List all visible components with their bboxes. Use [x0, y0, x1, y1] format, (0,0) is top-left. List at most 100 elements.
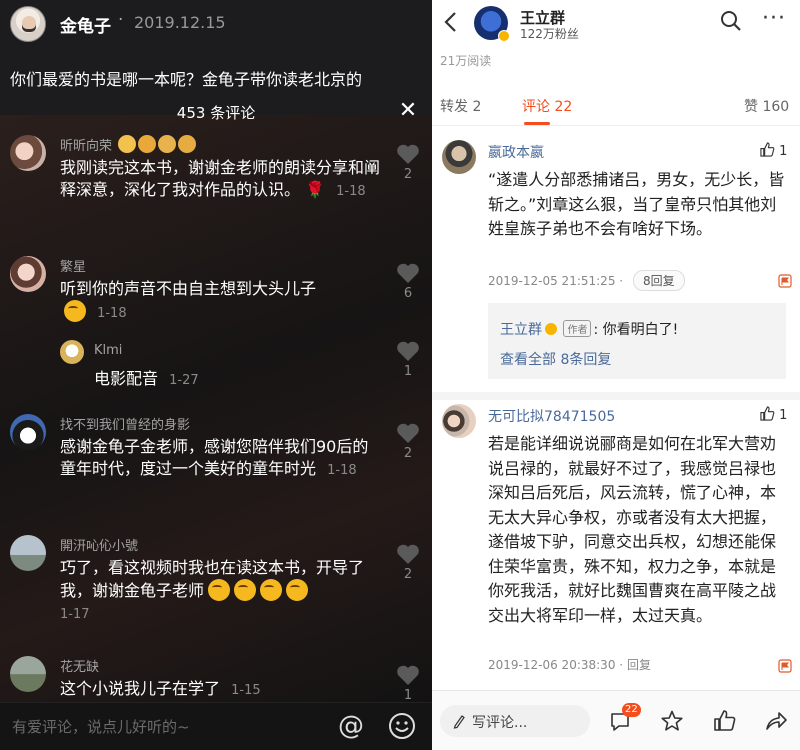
emoji-icon	[138, 135, 157, 153]
thumbs-up-icon[interactable]	[713, 709, 737, 733]
comment-text-block[interactable]: 我刚读完这本书，谢谢金老师的朗读分享和阐释深意，深化了我对作品的认识。 🌹 1-…	[60, 157, 380, 203]
comment-time: 1-18	[97, 306, 127, 321]
mention-icon[interactable]: @	[338, 711, 364, 741]
commenter-name[interactable]: 找不到我们曾经的身影	[60, 414, 190, 433]
write-comment-input[interactable]: 写评论...	[440, 705, 590, 737]
back-arrow-icon[interactable]	[440, 10, 462, 34]
comment-time: 2019-12-06 20:38:30	[488, 658, 616, 672]
like-button[interactable]: 1	[760, 142, 794, 160]
right-panel-weibo-post: 王立群 122万粉丝 ··· 21万阅读 转发 2 评论 22 赞 160 嬴政…	[432, 0, 800, 750]
comment-count-badge: 22	[622, 703, 641, 717]
comment-divider	[432, 392, 800, 400]
post-top-bar: 王立群 122万粉丝 ··· 21万阅读	[432, 0, 800, 70]
comment-meta: 2019-12-05 21:51:25 · 8回复	[488, 270, 685, 291]
bottom-action-bar: 写评论... 22	[432, 690, 800, 750]
author-avatar[interactable]	[10, 6, 46, 42]
author-tag: 作者	[563, 320, 592, 337]
comment-time: 1-17	[60, 607, 90, 622]
tab-likes[interactable]: 赞 160	[744, 96, 789, 116]
emoji-icon	[286, 579, 309, 601]
comment-text: 感谢金龟子金老师，感谢您陪伴我们90后的童年时代，度过一个美好的童年时光	[60, 437, 369, 478]
like-button[interactable]: 1	[760, 406, 794, 424]
like-count: 1	[779, 144, 788, 159]
reply-text: : 你看明白了!	[593, 322, 679, 338]
reply-preview-line: 王立群 作者: 你看明白了!	[500, 319, 678, 339]
commenter-avatar[interactable]	[10, 535, 46, 571]
comment-time: 2019-12-05 21:51:25	[488, 274, 616, 288]
meta-separator: ·	[619, 274, 624, 288]
commenter-avatar[interactable]	[10, 414, 46, 450]
search-icon[interactable]	[720, 10, 742, 32]
replies-button[interactable]: 8回复	[632, 270, 685, 291]
comment-text: 这个小说我儿子在学了	[60, 679, 221, 698]
rose-icon: 🌹	[305, 180, 326, 199]
tab-comments[interactable]: 评论 22	[522, 96, 572, 116]
commenter-avatar[interactable]	[10, 656, 46, 692]
heart-icon[interactable]	[396, 143, 420, 165]
share-arrow-icon[interactable]	[764, 709, 788, 733]
heart-icon[interactable]	[396, 340, 420, 362]
comment-time: 1-18	[327, 463, 357, 478]
comment-text[interactable]: 若是能详细说说郦商是如何在北军大营劝说吕禄的，就最好不过了，我感觉吕禄也深知吕后…	[488, 432, 790, 628]
emoji-icon	[234, 579, 257, 601]
report-icon[interactable]	[778, 273, 792, 288]
laughing-emoji-icon	[64, 300, 86, 322]
reply-author[interactable]: 王立群	[500, 322, 542, 338]
like-count: 6	[403, 286, 413, 301]
emoji-picker-icon[interactable]	[388, 712, 416, 740]
left-panel-comments-sheet: 金龟子 · 2019.12.15 你们最爱的书是哪一本呢？金龟子带你读老北京的 …	[0, 0, 432, 750]
heart-icon[interactable]	[396, 664, 420, 686]
commenter-avatar[interactable]	[10, 135, 46, 171]
emoji-icon	[208, 579, 231, 601]
thumbs-up-icon	[760, 406, 775, 421]
comment-text-block[interactable]: 巧了，看这视频时我也在读这本书，开导了我，谢谢金龟子老师 1-17	[60, 557, 380, 626]
like-count: 1	[403, 364, 413, 379]
close-icon[interactable]: ✕	[397, 98, 419, 123]
heart-icon[interactable]	[396, 543, 420, 565]
commenter-name[interactable]: 開汧吣伈小號	[60, 535, 138, 554]
comment-text[interactable]: “遂遣人分部悉捕诸吕，男女，无少长，皆斩之。”刘章这么狠，当了皇帝只怕其他刘姓皇…	[488, 168, 790, 242]
reply-text-block[interactable]: 电影配音 1-27	[94, 365, 199, 389]
comment-time: 1-18	[336, 184, 366, 199]
report-icon[interactable]	[778, 658, 792, 673]
commenter-name[interactable]: 昕昕向荣	[60, 139, 112, 154]
tab-repost[interactable]: 转发 2	[440, 96, 481, 116]
commenter-avatar[interactable]	[442, 140, 476, 174]
comment-meta: 2019-12-06 20:38:30 · 回复	[488, 656, 651, 673]
comment-text-block[interactable]: 这个小说我儿子在学了 1-15	[60, 678, 380, 702]
replier-name[interactable]: Klmi	[94, 343, 122, 358]
comment-text-block[interactable]: 感谢金龟子金老师，感谢您陪伴我们90后的童年时代，度过一个美好的童年时光 1-1…	[60, 436, 380, 482]
like-count: 1	[779, 408, 788, 423]
comment-text: 听到你的声音不由自主想到大头儿子	[60, 279, 317, 298]
reply-text: 电影配音	[94, 369, 159, 388]
reply-link[interactable]: 回复	[627, 658, 651, 672]
comment-text-block[interactable]: 听到你的声音不由自主想到大头儿子 1-18	[60, 278, 380, 325]
post-tabs: 转发 2 评论 22 赞 160	[432, 84, 800, 126]
comment-input[interactable]: 有爱评论，说点儿好听的~	[12, 716, 190, 737]
star-icon[interactable]	[660, 709, 684, 733]
read-count: 21万阅读	[440, 54, 492, 68]
author-name[interactable]: 金龟子	[60, 12, 111, 37]
commenter-name[interactable]: 无可比拟78471505	[488, 406, 615, 426]
comment-time: 1-15	[231, 683, 261, 698]
commenter-avatar[interactable]	[10, 256, 46, 292]
write-comment-placeholder: 写评论...	[472, 715, 528, 731]
like-count: 2	[403, 167, 413, 182]
commenter-name[interactable]: 嬴政本嬴	[488, 142, 544, 162]
reply-time: 1-27	[169, 373, 199, 388]
like-count: 2	[403, 446, 413, 461]
commenter-name[interactable]: 花无缺	[60, 656, 99, 675]
verified-badge-icon	[545, 323, 557, 335]
thumbs-up-icon	[760, 142, 775, 157]
meta-separator: ·	[619, 658, 624, 672]
post-caption: 你们最爱的书是哪一本呢？金龟子带你读老北京的	[10, 70, 363, 89]
comment-count: 453 条评论	[176, 104, 256, 122]
commenter-avatar[interactable]	[442, 404, 476, 438]
emoji-icon	[118, 135, 137, 153]
heart-icon[interactable]	[396, 422, 420, 444]
heart-icon[interactable]	[396, 262, 420, 284]
commenter-name[interactable]: 繁星	[60, 256, 86, 275]
more-options-icon[interactable]: ···	[762, 6, 786, 31]
view-all-replies-link[interactable]: 查看全部 8条回复	[500, 349, 611, 369]
replier-avatar[interactable]	[60, 340, 84, 364]
